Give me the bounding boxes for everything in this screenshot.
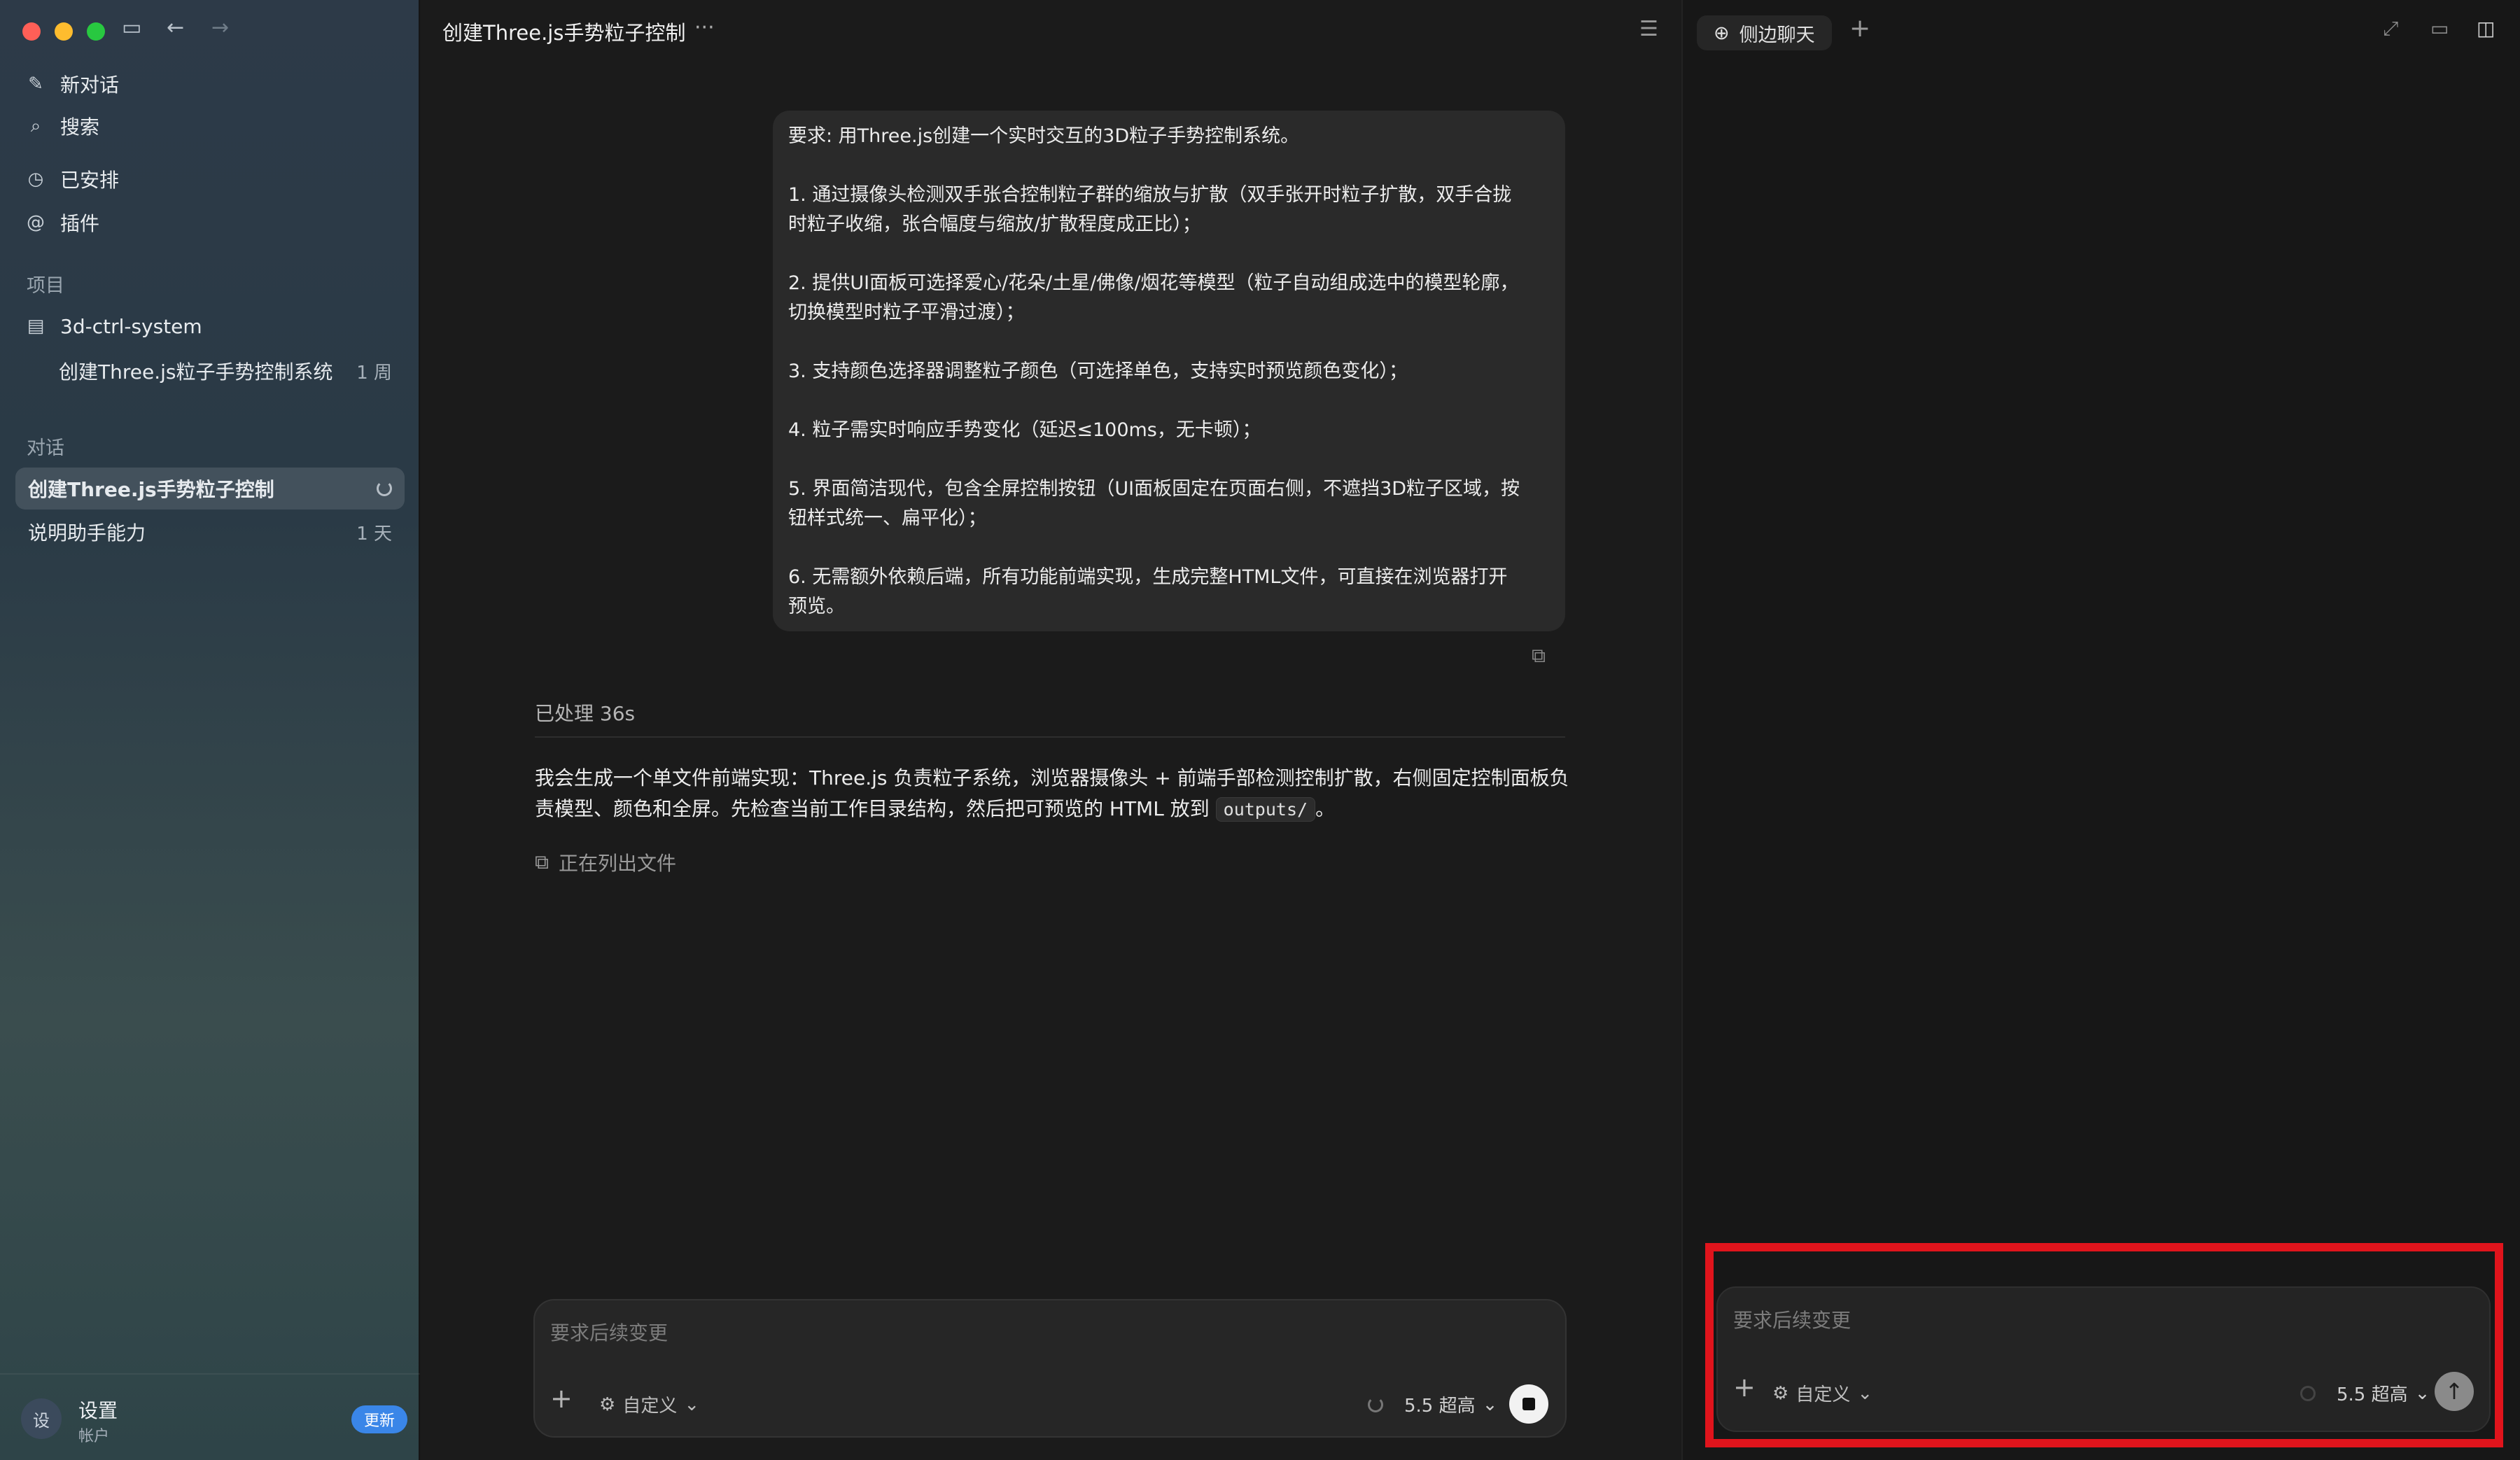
mode-selector[interactable]: ⚙ 自定义 ⌄: [599, 1391, 699, 1417]
message-line: 3. 支持颜色选择器调整粒子颜色（可选择单色，支持实时预览颜色变化）；: [788, 360, 1408, 382]
followup-input[interactable]: [550, 1321, 1180, 1345]
edit-icon: ✎: [28, 73, 43, 94]
inline-code: outputs/: [1215, 797, 1316, 822]
scheduled-button[interactable]: ◷ 已安排: [25, 160, 119, 199]
add-tab-icon[interactable]: +: [1849, 14, 1870, 43]
message-line: 切换模型时粒子平滑过渡）；: [788, 302, 1025, 323]
message-line: 1. 通过摄像头检测双手张合控制粒子群的缩放与扩散（双手张开时粒子扩散，双手合拢: [788, 184, 1512, 206]
chat-age: 1 周: [356, 362, 392, 384]
chat-item-active[interactable]: 创建Three.js手势粒子控制: [15, 468, 405, 510]
project-chat-item[interactable]: 创建Three.js粒子手势控制系统 1 周: [46, 350, 405, 392]
expand-icon[interactable]: ⤢: [2383, 17, 2398, 41]
zoom-window-button[interactable]: [87, 22, 105, 41]
chat-title: 创建Three.js粒子手势控制系统: [59, 360, 333, 384]
side-chat-panel: ⊕ 侧边聊天 + ⤢ ▭ ◫: [1681, 0, 2520, 1460]
update-badge[interactable]: 更新: [351, 1405, 408, 1433]
files-icon: ⧉: [535, 850, 549, 873]
account-area[interactable]: 设 设置 帐户 更新: [0, 1373, 420, 1460]
search-icon: ⌕: [30, 115, 41, 136]
toggle-sidebar-icon[interactable]: ▭: [122, 15, 141, 40]
projects-section-label: 项目: [27, 275, 64, 297]
assistant-answer-line: 我会生成一个单文件前端实现：Three.js 负责粒子系统，浏览器摄像头 + 前…: [535, 766, 1569, 789]
composer: + ⚙ 自定义 ⌄ 5.5 超高 ⌄: [533, 1299, 1567, 1438]
user-message-bubble: 要求: 用Three.js创建一个实时交互的3D粒子手势控制系统。 1. 通过摄…: [773, 111, 1565, 631]
stop-button[interactable]: [1509, 1384, 1548, 1424]
message-line: 6. 无需额外依赖后端，所有功能前端实现，生成完整HTML文件，可直接在浏览器打…: [788, 566, 1508, 588]
message-line: 要求: 用Three.js创建一个实时交互的3D粒子手势控制系统。: [788, 125, 1300, 147]
outline-list-icon[interactable]: ☰: [1639, 17, 1658, 41]
nav-label: 搜索: [60, 115, 100, 139]
message-line: 5. 界面简洁现代，包含全屏控制按钮（UI面板固定在页面右侧，不遮挡3D粒子区域…: [788, 478, 1520, 500]
answer-text: 。: [1315, 797, 1336, 820]
highlight-box: [1705, 1243, 2503, 1447]
nav-label: 插件: [60, 212, 100, 235]
loading-spinner-icon: [377, 481, 392, 496]
at-icon: @: [27, 212, 45, 233]
avatar: 设: [21, 1398, 62, 1439]
chevron-down-icon: ⌄: [1482, 1394, 1498, 1415]
stop-icon: [1522, 1398, 1535, 1410]
account-label: 帐户: [78, 1428, 110, 1445]
close-window-button[interactable]: [22, 22, 41, 41]
more-options-icon[interactable]: ···: [694, 15, 715, 40]
project-name: 3d-ctrl-system: [60, 314, 202, 338]
chat-title: 说明助手能力: [28, 521, 146, 545]
chevron-down-icon: ⌄: [684, 1394, 700, 1415]
tab-side-chat[interactable]: ⊕ 侧边聊天: [1697, 15, 1832, 50]
message-line: 4. 粒子需实时响应手势变化（延迟≤100ms，无卡顿）；: [788, 419, 1261, 441]
divider: [535, 736, 1565, 738]
message-line: 钮样式统一、扁平化）；: [788, 507, 987, 529]
status-text: 正在列出文件: [559, 852, 677, 875]
attach-plus-icon[interactable]: +: [550, 1383, 573, 1414]
mode-label: 自定义: [622, 1396, 678, 1417]
copy-icon[interactable]: ⧉: [1532, 644, 1546, 668]
loading-spinner-icon: [1368, 1397, 1383, 1412]
model-label: 5.5 超高: [1404, 1396, 1476, 1417]
message-line: 时粒子收缩，张合幅度与缩放/扩散程度成正比）；: [788, 213, 1201, 235]
minimize-window-button[interactable]: [55, 22, 73, 41]
gear-icon: ⚙: [599, 1394, 616, 1415]
page-title: 创建Three.js手势粒子控制: [442, 21, 686, 45]
settings-label: 设置: [78, 1399, 118, 1422]
new-chat-button[interactable]: ✎ 新对话: [25, 64, 119, 104]
chat-plus-icon: ⊕: [1714, 22, 1730, 44]
assistant-answer-line: 责模型、颜色和全屏。先检查当前工作目录结构，然后把可预览的 HTML 放到 ou…: [535, 794, 1335, 822]
forward-arrow-icon[interactable]: →: [211, 15, 229, 40]
message-line: 2. 提供UI面板可选择爱心/花朵/土星/佛像/烟花等模型（粒子自动组成选中的模…: [788, 272, 1519, 294]
chat-age: 1 天: [356, 523, 392, 545]
clock-icon: ◷: [27, 169, 44, 190]
processed-time[interactable]: 已处理 36s: [535, 699, 635, 727]
nav-label: 新对话: [60, 73, 120, 97]
message-line: 预览。: [788, 596, 845, 617]
project-item[interactable]: ▤ 3d-ctrl-system: [25, 307, 202, 346]
tool-status[interactable]: ⧉ 正在列出文件: [535, 848, 676, 876]
chat-status: [377, 481, 392, 496]
tab-label: 侧边聊天: [1739, 24, 1815, 46]
folder-icon: ▤: [27, 316, 45, 337]
search-button[interactable]: ⌕ 搜索: [25, 106, 99, 146]
nav-label: 已安排: [60, 169, 120, 192]
sidebar: ▭ ← → ✎ 新对话 ⌕ 搜索 ◷ 已安排 @ 插件 项目 ▤ 3d-ctrl…: [0, 0, 420, 1460]
chats-section-label: 对话: [27, 437, 64, 459]
toggle-right-panel-icon[interactable]: ◫: [2477, 17, 2495, 40]
model-selector[interactable]: 5.5 超高 ⌄: [1404, 1391, 1497, 1417]
terminal-panel-icon[interactable]: ▭: [2430, 17, 2449, 40]
main-panel: 创建Three.js手势粒子控制 ··· ☰ 要求: 用Three.js创建一个…: [421, 0, 1680, 1460]
answer-text: 责模型、颜色和全屏。先检查当前工作目录结构，然后把可预览的 HTML 放到: [535, 797, 1210, 820]
back-arrow-icon[interactable]: ←: [167, 15, 184, 40]
chat-item[interactable]: 说明助手能力 1 天: [15, 511, 405, 553]
chat-title: 创建Three.js手势粒子控制: [28, 478, 274, 501]
plugins-button[interactable]: @ 插件: [25, 203, 99, 242]
